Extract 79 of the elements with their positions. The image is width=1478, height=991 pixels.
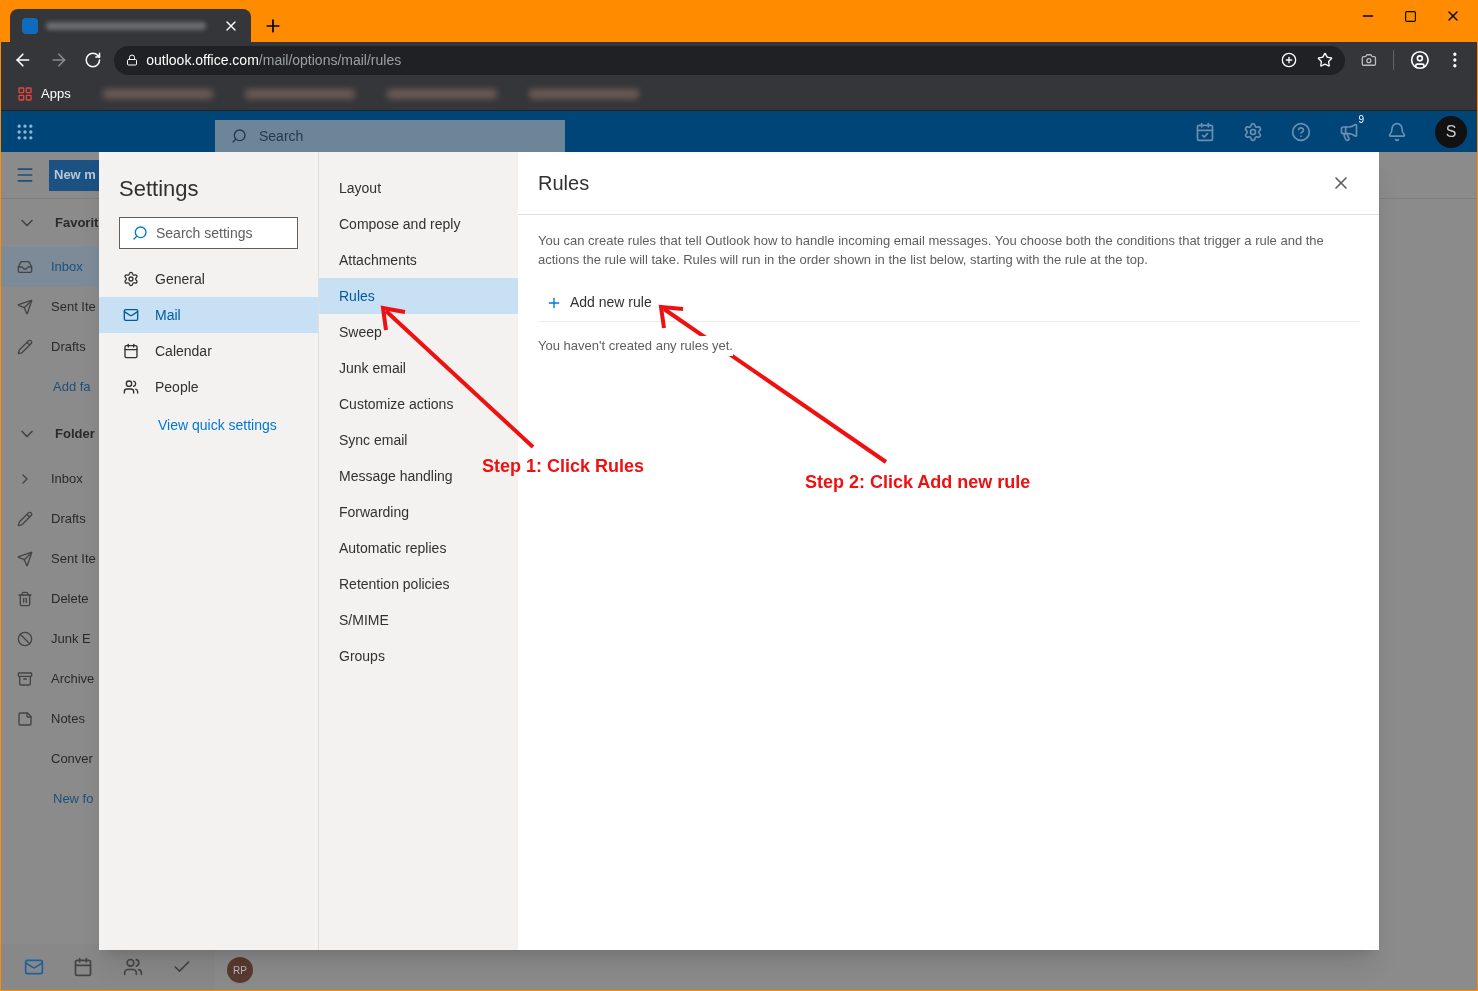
section-header[interactable]: Favorit (55, 213, 99, 233)
section-header[interactable]: Folder (55, 424, 95, 444)
people-icon[interactable] (122, 957, 143, 977)
user-avatar[interactable]: S (1435, 115, 1467, 148)
add-rule-button[interactable]: Add new rule (538, 292, 652, 313)
folder-icon (17, 339, 33, 355)
settings-subcategory[interactable]: Attachments (319, 242, 425, 278)
notification-count: 9 (1358, 112, 1364, 127)
url-text: outlook.office.com/mail/options/mail/rules (146, 50, 402, 70)
annotation-label: Step 1: Click Rules (482, 455, 645, 478)
settings-category[interactable]: General (99, 261, 318, 297)
settings-subcategory[interactable]: Retention policies (319, 566, 458, 602)
apps-grid-icon (17, 86, 33, 102)
calendar-check-icon[interactable] (1195, 121, 1215, 142)
sender-avatar: RP (227, 957, 253, 983)
folder-icon (17, 631, 33, 647)
nav-item[interactable]: Drafts (1, 327, 100, 367)
maximize-icon[interactable] (1404, 9, 1417, 23)
settings-subcategory[interactable]: Rules (319, 278, 518, 314)
settings-subcategory[interactable]: Customize actions (319, 386, 462, 422)
category-icon (123, 379, 139, 395)
megaphone-icon[interactable] (1339, 121, 1359, 142)
panel-title: Rules (538, 171, 590, 196)
nav-item[interactable]: Notes (51, 709, 85, 729)
bookmark-link[interactable]: Apps (41, 84, 71, 104)
dialog-title: Settings (119, 175, 200, 203)
settings-category[interactable]: Mail (99, 297, 318, 333)
empty-message: You haven't created any rules yet. (538, 336, 733, 356)
nav-item[interactable]: Drafts (51, 509, 86, 529)
address-field[interactable]: outlook.office.com/mail/options/mail/rules (114, 45, 1345, 75)
nav-item[interactable]: Conver (51, 749, 93, 769)
settings-icon[interactable] (1243, 121, 1263, 142)
settings-subcategory[interactable]: S/MIME (319, 602, 397, 638)
settings-subcategory[interactable]: Message handling (319, 458, 461, 494)
calendar-icon[interactable] (73, 957, 94, 977)
nav-item[interactable]: Delete (51, 589, 89, 609)
nav-item[interactable]: Archive (51, 669, 95, 689)
settings-subcategory[interactable]: Junk email (319, 350, 414, 386)
lock-icon (126, 54, 139, 66)
settings-subcategory[interactable]: Layout (319, 170, 390, 206)
folder-icon (17, 551, 33, 567)
new-message-button[interactable]: New m (49, 159, 100, 191)
settings-category[interactable]: Calendar (99, 333, 318, 369)
rules-description: You can create rules that tell Outlook how to handle incoming email messages. You choose both the conditions that trigger a rule and the actions the rule will take. Rules will run in the order shown in the list below, starting with the rule at the top. (538, 232, 1325, 269)
search-icon (132, 225, 148, 241)
folder-icon (17, 259, 33, 275)
nav-item[interactable]: Sent Ite (1, 287, 100, 327)
settings-subcategory[interactable]: Sync email (319, 422, 416, 458)
search-icon (231, 128, 247, 144)
app-logo-icon (22, 17, 38, 34)
folder-icon (17, 511, 33, 527)
settings-subcategory[interactable]: Forwarding (319, 494, 418, 530)
bell-icon[interactable] (1387, 121, 1407, 142)
profile-icon[interactable] (1409, 50, 1430, 70)
search-placeholder: Search settings (156, 223, 253, 243)
category-icon (123, 271, 139, 287)
nav-item[interactable]: Junk E (51, 629, 91, 649)
settings-subcategory[interactable]: Automatic replies (319, 530, 455, 566)
settings-subcategory[interactable]: Groups (319, 638, 393, 674)
settings-subcategory[interactable]: Sweep (319, 314, 390, 350)
search-placeholder: Search (259, 126, 304, 146)
settings-search-field[interactable]: Search settings (119, 217, 298, 249)
settings-subcategory[interactable]: Compose and reply (319, 206, 469, 242)
nav-item[interactable]: Sent Ite (51, 549, 96, 569)
folder-icon (17, 711, 33, 727)
annotation-label: Step 2: Click Add new rule (805, 471, 1031, 494)
category-icon (123, 307, 139, 323)
bookmark-star-icon[interactable] (1316, 52, 1333, 68)
folder-icon (17, 299, 33, 315)
folder-icon (17, 671, 33, 687)
settings-category[interactable]: People (99, 369, 318, 405)
camera-icon[interactable] (1360, 52, 1377, 68)
help-icon[interactable] (1291, 121, 1311, 142)
nav-item[interactable]: Inbox (51, 469, 83, 489)
quick-settings-link[interactable]: View quick settings (158, 415, 318, 436)
add-icon[interactable] (1280, 52, 1297, 68)
reload-icon[interactable] (84, 51, 103, 69)
category-icon (123, 343, 139, 359)
folder-icon (17, 591, 33, 607)
